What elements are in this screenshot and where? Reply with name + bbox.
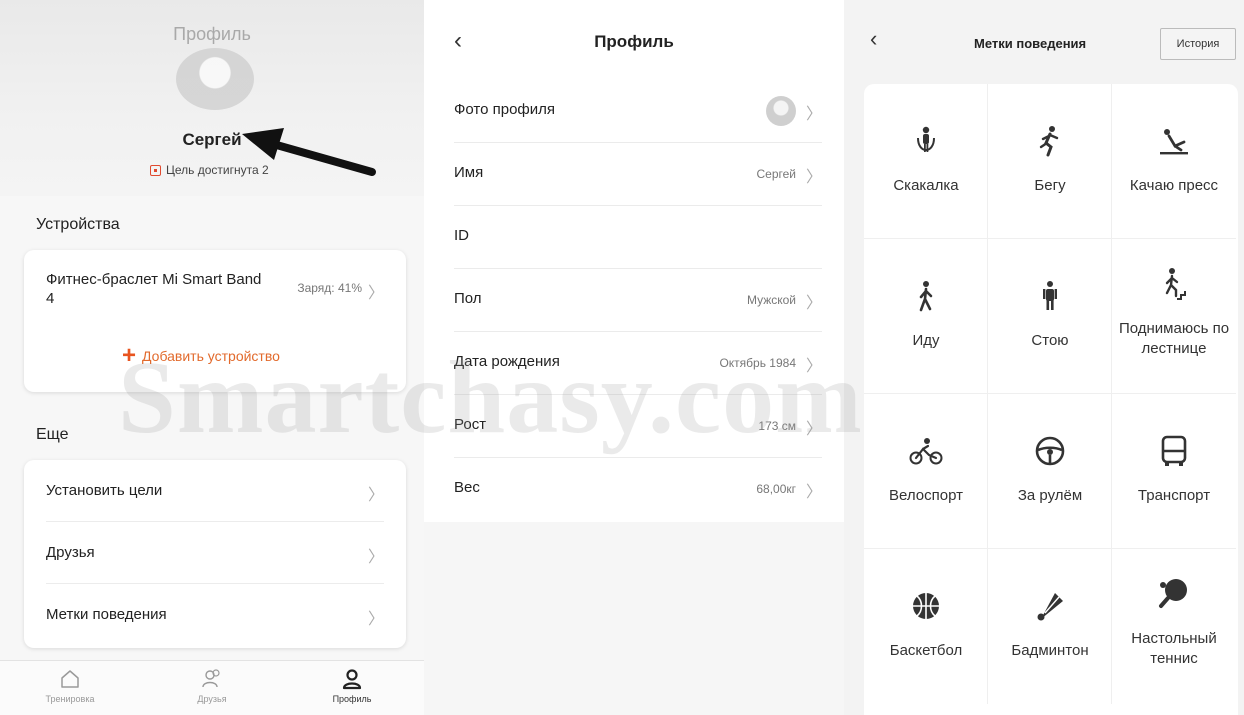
activity-label: Транспорт <box>1137 487 1211 504</box>
activity-label: Скакалка <box>893 177 959 194</box>
menu-item-behavior-tags[interactable]: Метки поведения 〉 <box>46 584 384 646</box>
activity-label: Бадминтон <box>1011 642 1089 659</box>
back-chevron-icon[interactable]: ‹ <box>870 26 877 52</box>
chevron-right-icon: 〉 <box>805 106 822 123</box>
activity-basketball[interactable]: Баскетбол <box>864 549 988 704</box>
stairs-icon <box>1165 268 1186 300</box>
menu-item-label: Установить цели <box>46 482 163 499</box>
activity-driving[interactable]: За рулём <box>988 394 1112 549</box>
row-profile-photo[interactable]: Фото профиля 〉 <box>454 80 822 143</box>
activity-cycling[interactable]: Велоспорт <box>864 394 988 549</box>
chevron-right-icon[interactable]: 〉 <box>368 279 384 303</box>
profile-header-title: Профиль <box>173 24 251 44</box>
activity-badminton[interactable]: Бадминтон <box>988 549 1112 704</box>
activity-label: За рулём <box>1017 487 1083 504</box>
chevron-right-icon: 〉 <box>367 611 384 628</box>
basketball-icon <box>913 593 939 619</box>
row-value: Мужской <box>746 293 796 307</box>
activity-label: Баскетбол <box>889 642 963 659</box>
table-tennis-icon <box>1159 579 1187 608</box>
tab-label: Друзья <box>197 694 227 704</box>
bottom-tab-bar: Тренировка Друзья Профиль <box>0 660 424 715</box>
tab-profile[interactable]: Профиль <box>302 667 402 704</box>
activity-walking[interactable]: Иду <box>864 239 988 394</box>
profile-header: Профиль Сергей Цель достигнута 2 <box>0 0 424 196</box>
walking-icon <box>919 281 933 312</box>
devices-section-title: Устройства <box>36 216 120 233</box>
row-label: Фото профиля <box>454 101 556 118</box>
activity-transport[interactable]: Транспорт <box>1112 394 1236 549</box>
activity-table-tennis[interactable]: Настольный теннис <box>1112 549 1236 704</box>
device-charge: Заряд: 41% <box>297 281 362 295</box>
home-icon <box>61 670 79 688</box>
activity-standing[interactable]: Стою <box>988 239 1112 394</box>
activity-grid: Скакалка Бегу Качаю пресс Иду Стою Подни… <box>864 84 1238 715</box>
activity-situps[interactable]: Качаю пресс <box>1112 84 1236 239</box>
shuttlecock-icon <box>1037 593 1063 621</box>
standing-icon <box>1043 281 1057 310</box>
tab-label: Профиль <box>332 694 372 704</box>
arrow-annotation-icon <box>242 128 376 176</box>
menu-item-set-goals[interactable]: Установить цели 〉 <box>46 460 384 522</box>
more-card: Установить цели 〉 Друзья 〉 Метки поведен… <box>24 460 406 648</box>
row-name[interactable]: Имя Сергей 〉 <box>454 143 822 206</box>
activity-label: Настольный теннис <box>1131 630 1217 667</box>
row-label: Имя <box>454 164 484 181</box>
activity-label: Поднимаюсь по лестнице <box>1118 320 1230 357</box>
chevron-right-icon: 〉 <box>805 484 822 501</box>
row-id: ID <box>454 206 822 269</box>
steering-wheel-icon <box>1035 436 1065 466</box>
activity-label: Иду <box>912 332 940 349</box>
chevron-right-icon: 〉 <box>805 295 822 312</box>
activity-label: Велоспорт <box>889 487 963 504</box>
avatar <box>766 96 796 126</box>
device-name[interactable]: Фитнес-браслет Mi Smart Band 4 <box>46 270 266 308</box>
page-title: Метки поведения <box>974 36 1087 51</box>
tab-workout[interactable]: Тренировка <box>20 667 120 704</box>
menu-item-friends[interactable]: Друзья 〉 <box>46 522 384 584</box>
tab-label: Тренировка <box>45 694 95 704</box>
activity-stairs[interactable]: Поднимаюсь по лестнице <box>1112 239 1236 394</box>
running-icon <box>1039 126 1059 157</box>
row-value: Сергей <box>756 167 796 181</box>
activity-label: Качаю пресс <box>1129 177 1219 194</box>
situps-icon <box>1160 129 1188 155</box>
row-gender[interactable]: Пол Мужской 〉 <box>454 269 822 332</box>
more-section-title: Еще <box>36 426 69 443</box>
friends-icon <box>202 669 220 688</box>
row-label: ID <box>454 227 469 244</box>
row-weight[interactable]: Вес 68,00кг 〉 <box>454 458 822 521</box>
menu-item-label: Метки поведения <box>46 606 167 623</box>
row-label: Пол <box>454 290 482 307</box>
profile-icon <box>342 669 362 690</box>
bus-icon <box>1161 435 1187 466</box>
chevron-right-icon: 〉 <box>367 549 384 566</box>
page-title: Профиль <box>594 32 674 51</box>
goal-icon <box>150 164 161 176</box>
behavior-tags-header: ‹ Метки поведения История <box>844 0 1244 70</box>
menu-item-label: Друзья <box>46 544 95 561</box>
profile-edit-header: ‹ Профиль <box>424 0 844 80</box>
chevron-right-icon: 〉 <box>367 487 384 504</box>
tab-friends[interactable]: Друзья <box>162 667 262 704</box>
activity-label: Стою <box>1031 332 1069 349</box>
activity-label: Бегу <box>1034 177 1066 194</box>
avatar[interactable] <box>176 48 254 110</box>
row-label: Вес <box>454 479 480 496</box>
watermark: Smartchasy.com <box>118 340 863 455</box>
jump-rope-icon <box>917 126 935 152</box>
chevron-right-icon: 〉 <box>805 169 822 186</box>
bicycle-icon <box>909 438 943 465</box>
history-button[interactable]: История <box>1160 28 1236 60</box>
behavior-tags-panel: ‹ Метки поведения История Скакалка Бегу <box>844 0 1244 715</box>
row-value: 68,00кг <box>756 482 796 496</box>
activity-jump-rope[interactable]: Скакалка <box>864 84 988 239</box>
activity-running[interactable]: Бегу <box>988 84 1112 239</box>
